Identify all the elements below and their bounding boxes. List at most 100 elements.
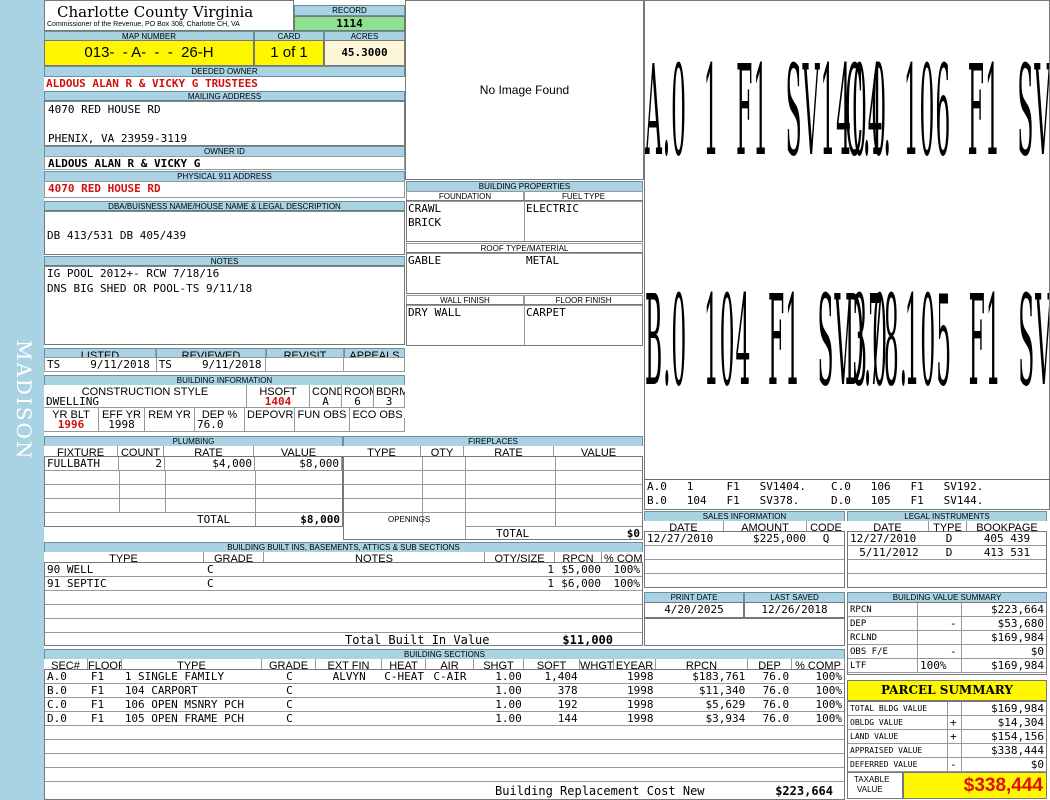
vs-pct [918, 603, 948, 617]
bdrms-value: 3 [374, 395, 405, 408]
plumbing-header: FIXTURE COUNT RATE VALUE [44, 446, 343, 456]
sec-cell: 100% [791, 698, 844, 712]
plumbing-table: FULLBATH 2 $4,000 $8,000 TOTAL $8,000 [44, 456, 343, 527]
table-row: C.0 F1 106 OPEN MSNRY PCH C 1.00 192 1998 $5,62… [45, 698, 844, 712]
depovr-value [245, 418, 295, 432]
ecoobs-value [350, 418, 405, 432]
dep-label: DEP % [195, 408, 245, 418]
vs-sign [948, 659, 962, 673]
parcel-summary-row: DEFERRED VALUE - $0 [848, 758, 1046, 772]
fp-type-label: TYPE [343, 446, 421, 456]
sale-date-label: DATE [644, 521, 724, 531]
depovr-label: DEPOVR [245, 408, 295, 418]
sec-cell: 76.0 [747, 712, 792, 726]
bi-type: 91 SEPTIC [45, 577, 205, 591]
sec-cell: $183,761 [655, 670, 748, 684]
sec-cell: 100% [791, 670, 844, 684]
ps-sign: + [948, 716, 962, 730]
district-label: MADISON [12, 340, 36, 461]
built-ins-header: TYPE GRADE NOTES QTY/SIZE RPCN % COMP [44, 552, 643, 562]
ps-value: $0 [962, 758, 1046, 772]
sales-header: DATE AMOUNT CODE [644, 521, 845, 531]
bi-rpcn-label: RPCN [555, 552, 602, 562]
bi-notes-label: NOTES [264, 552, 485, 562]
rate-value: $4,000 [165, 457, 255, 471]
sec-col-label: SQFT [524, 659, 580, 669]
vs-pct [918, 617, 948, 631]
sale-code-label: CODE [807, 521, 845, 531]
bi-rpcn: $5,000 [556, 563, 603, 577]
card-number: 1 of 1 [254, 40, 324, 66]
parcel-summary-table: TOTAL BLDG VALUE $169,984 OBLDG VALUE + $14,… [847, 701, 1047, 772]
value-summary-row: RCLND $169,984 [848, 631, 1046, 645]
foundation-1: CRAWL [408, 202, 442, 215]
ps-sign: - [948, 758, 962, 772]
county-title: Charlotte County Virginia [57, 3, 254, 21]
sec-col-label: SEC# [44, 659, 88, 669]
acres-value: 45.3000 [324, 40, 405, 66]
built-ins-table: 90 WELL C 1 $5,000 100% 91 SEPTIC C 1 $6… [44, 562, 643, 647]
sec-cell: B.0 [45, 684, 89, 698]
sketch-label-d: D.0 105 F1 SV144. [845, 271, 1049, 415]
fireplaces-total: $0 [626, 527, 640, 540]
sale-date: 12/27/2010 [645, 532, 725, 546]
construction-style: DWELLING [44, 395, 247, 408]
building-age-values: 1996 1998 76.0 [44, 418, 405, 432]
sec-cell: C [262, 684, 317, 698]
table-row: 5/11/2012 D 413 531 [848, 546, 1046, 560]
map-number: 013- - A- - - 26-H [44, 40, 254, 66]
ps-label: TOTAL BLDG VALUE [848, 702, 948, 716]
sec-cell: 1,404 [523, 670, 580, 684]
sec-cell: 76.0 [747, 684, 792, 698]
rooms-label: ROOMS [342, 385, 374, 395]
revisit-label: REVISIT [266, 348, 344, 358]
bi-comp: 100% [603, 563, 642, 577]
sec-cell [382, 712, 427, 726]
sec-cell [579, 698, 614, 712]
sec-col-label: WHGT [580, 659, 614, 669]
vs-sign [948, 603, 962, 617]
openings-label: OPENINGS [388, 515, 431, 524]
sec-cell: 192 [523, 698, 580, 712]
bi-grade: C [205, 577, 265, 591]
vs-pct [918, 631, 948, 645]
sec-cell: 1998 [613, 712, 656, 726]
taxable-label-2: VALUE [857, 785, 883, 794]
li-book: 405 439 [968, 532, 1046, 546]
bi-notes [265, 577, 486, 591]
sections-header: SEC#FLOORTYPEGRADEEXT FINHEATAIRSHGTSQFT… [44, 659, 845, 669]
remyr-value [145, 418, 195, 432]
taxable-label-1: TAXABLE [854, 775, 890, 784]
yrblt-value: 1996 [44, 418, 99, 432]
sketch-legend-b: B.0 104 F1 SV378. [647, 494, 800, 507]
li-book: 413 531 [968, 546, 1046, 560]
sec-cell [426, 712, 474, 726]
bi-comp: 100% [603, 577, 642, 591]
sale-code: Q [808, 532, 844, 546]
table-row: 91 SEPTIC C 1 $6,000 100% [45, 577, 642, 591]
reviewed-label: REVIEWED [156, 348, 266, 358]
parcel-summary-row: APPRAISED VALUE $338,444 [848, 744, 1046, 758]
funobs-value [295, 418, 350, 432]
bi-qty: 1 [486, 563, 556, 577]
notes-line-1: IG POOL 2012+- RCW 7/18/16 [47, 267, 220, 280]
vs-sign [948, 631, 962, 645]
mailing-line-1: 4070 RED HOUSE RD [48, 103, 161, 116]
sale-amount-label: AMOUNT [724, 521, 807, 531]
fixture-label: FIXTURE [44, 446, 118, 456]
sec-cell: $5,629 [655, 698, 748, 712]
last-saved: 12/26/2018 [744, 602, 845, 618]
fireplaces-table: OPENINGS TOTAL $0 [343, 456, 643, 540]
li-date-label: DATE [847, 521, 929, 531]
sec-cell: 106 OPEN MSNRY PCH [122, 698, 263, 712]
listed-label: LISTED [44, 348, 156, 358]
print-date: 4/20/2025 [644, 602, 744, 618]
hsqft-value: 1404 [247, 395, 310, 408]
bi-qty: 1 [486, 577, 556, 591]
deeded-owner: ALDOUS ALAN R & VICKY G TRUSTEES [46, 77, 258, 90]
legal-instruments-header: DATE TYPE BOOKPAGE [847, 521, 1047, 531]
bi-comp-label: % COMP [602, 552, 643, 562]
value-summary-row: DEP - $53,680 [848, 617, 1046, 631]
ps-label: LAND VALUE [848, 730, 948, 744]
sec-cell: 1.00 [473, 712, 524, 726]
